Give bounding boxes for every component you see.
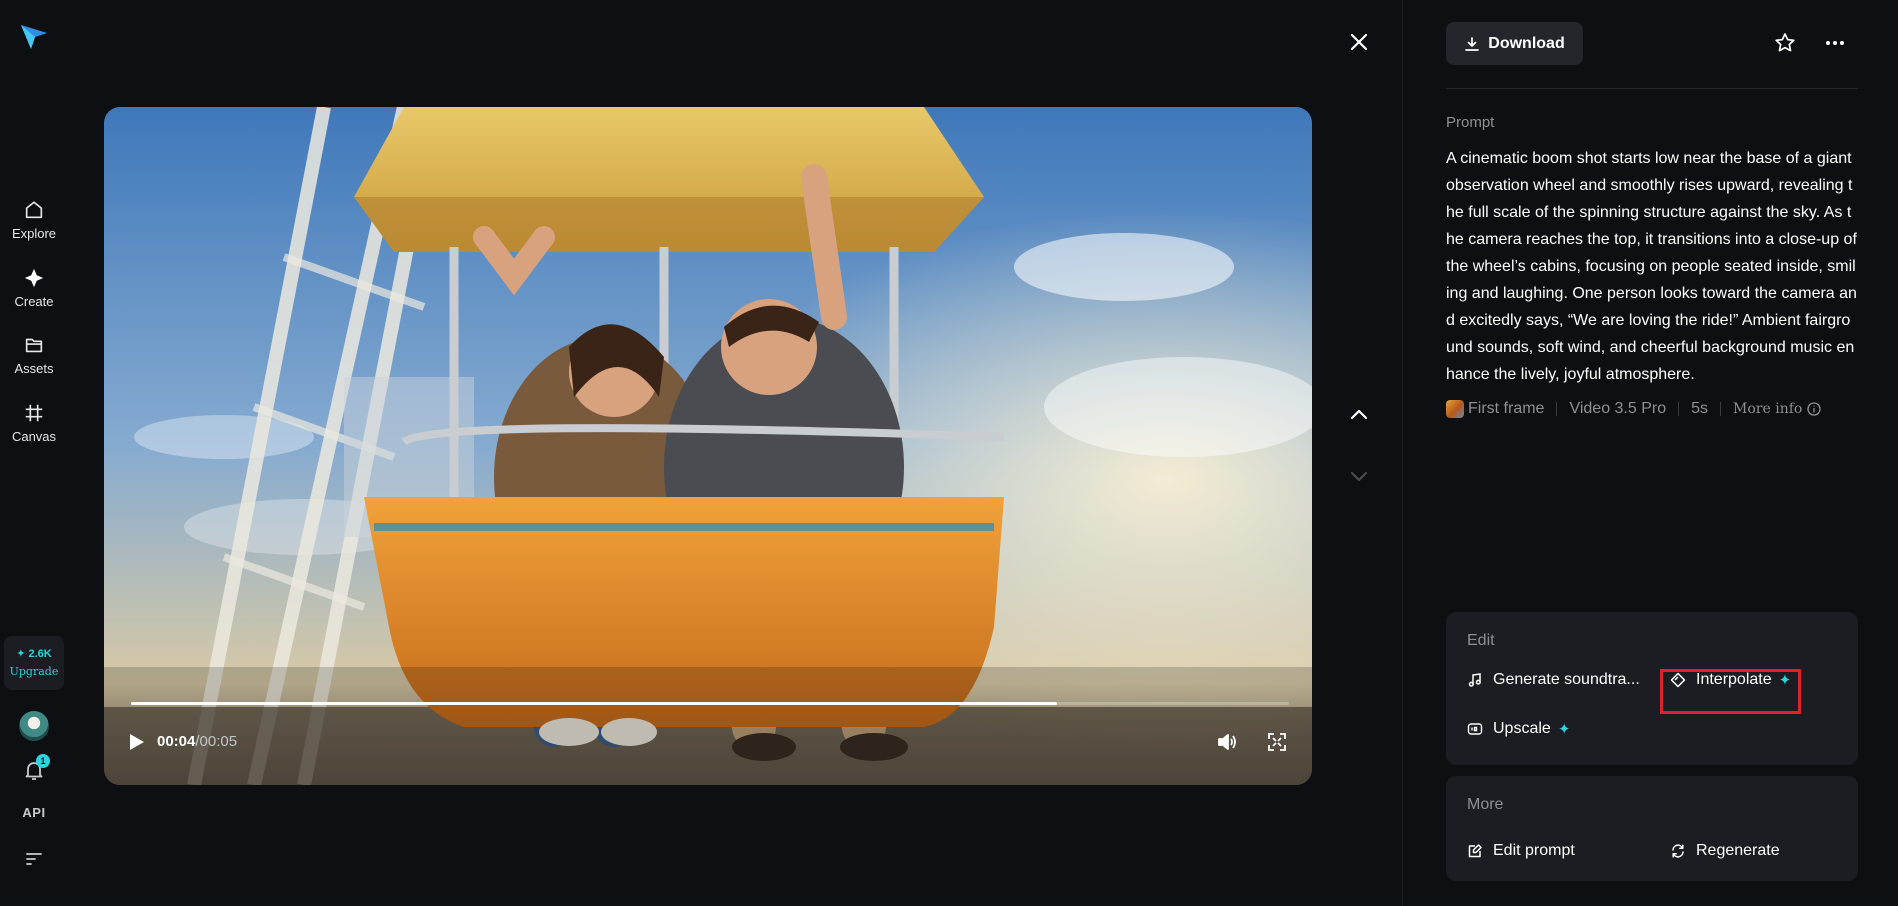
chevron-up-icon[interactable] [1348, 404, 1370, 424]
chevron-down-icon[interactable] [1348, 467, 1370, 487]
home-icon [25, 201, 43, 219]
sidebar-item-label: Canvas [11, 429, 57, 444]
premium-sparkle-icon: ✦ [1778, 672, 1792, 689]
generate-soundtrack-button[interactable]: Generate soundtra... [1467, 668, 1640, 692]
upscale-button[interactable]: Upscale ✦ [1467, 717, 1570, 741]
volume-icon[interactable] [1216, 731, 1238, 753]
upscale-label: Upscale [1493, 720, 1551, 737]
sidebar-item-assets[interactable]: Assets [0, 329, 68, 381]
interpolate-button[interactable]: Interpolate ✦ [1670, 668, 1791, 692]
sidebar-item-label: Explore [11, 226, 57, 241]
video-frame [104, 107, 1312, 785]
regenerate-label: Regenerate [1696, 842, 1780, 859]
close-icon[interactable] [1348, 31, 1370, 53]
download-icon [1465, 36, 1480, 51]
more-card-title: More [1467, 796, 1504, 813]
menu-icon[interactable] [24, 850, 44, 868]
sidebar-item-label: Assets [14, 361, 54, 376]
edit-card: Edit Generate soundtra... Interpolate ✦ … [1446, 612, 1858, 765]
more-options-icon[interactable] [1823, 33, 1847, 53]
time-display: 00:04/00:05 [157, 733, 237, 750]
prompt-text: A cinematic boom shot starts low near th… [1446, 150, 1857, 383]
refresh-icon [1672, 844, 1684, 858]
fullscreen-icon[interactable] [1268, 733, 1286, 751]
sparkle-icon [24, 268, 44, 288]
model-name: Video 3.5 Pro [1569, 400, 1667, 417]
sidebar-item-explore[interactable]: Explore [0, 194, 68, 246]
panel-divider [1402, 0, 1403, 906]
canvas-icon [25, 404, 43, 422]
download-button[interactable]: Download [1446, 22, 1583, 65]
avatar[interactable] [19, 711, 49, 741]
duration: 00:05 [199, 733, 238, 750]
header-divider [1446, 88, 1858, 89]
meta-separator [1556, 402, 1558, 416]
progress-fill [131, 702, 1058, 705]
regenerate-button[interactable]: Regenerate [1670, 839, 1780, 863]
logo-icon[interactable] [18, 20, 50, 52]
interpolate-label: Interpolate [1696, 671, 1772, 688]
interpolate-icon [1670, 672, 1686, 688]
download-label: Download [1488, 34, 1565, 52]
music-note-icon [1468, 673, 1481, 687]
more-card: More Edit prompt Regenerate [1446, 776, 1858, 881]
info-icon [1807, 402, 1821, 416]
edit-icon [1468, 844, 1482, 858]
current-time: 00:04 [157, 733, 196, 750]
api-link[interactable]: API [0, 805, 68, 820]
prompt-label: Prompt [1446, 114, 1495, 131]
more-info-link[interactable]: More info [1733, 401, 1821, 417]
video-duration: 5s [1691, 400, 1709, 417]
edit-prompt-label: Edit prompt [1493, 842, 1575, 859]
meta-separator [1720, 402, 1722, 416]
notification-badge: 1 [36, 754, 50, 768]
upscale-icon [1467, 723, 1483, 735]
folder-icon [25, 338, 43, 353]
edit-card-title: Edit [1467, 632, 1495, 649]
more-info-label: More info [1733, 401, 1803, 417]
video-player[interactable]: 00:04/00:05 [104, 107, 1312, 785]
play-icon[interactable] [128, 732, 146, 752]
credits-count: ✦ 2.6K [16, 648, 52, 660]
generation-meta: First frame Video 3.5 Pro 5s More info [1446, 398, 1821, 420]
star-icon[interactable] [1773, 31, 1797, 55]
sidebar-item-canvas[interactable]: Canvas [0, 397, 68, 449]
first-frame-label: First frame [1468, 400, 1545, 417]
first-frame-thumbnail [1446, 400, 1464, 418]
sidebar-item-label: Create [14, 294, 54, 309]
sidebar-item-create[interactable]: Create [0, 262, 68, 314]
left-sidebar: Explore Create Assets Canvas ✦ 2.6K Upgr… [0, 0, 68, 906]
progress-bar[interactable] [131, 702, 1289, 705]
premium-sparkle-icon: ✦ [1557, 721, 1571, 738]
meta-separator [1678, 402, 1680, 416]
edit-prompt-button[interactable]: Edit prompt [1467, 839, 1575, 863]
upgrade-label: Upgrade [9, 665, 59, 678]
generate-soundtrack-label: Generate soundtra... [1493, 671, 1640, 688]
first-frame-link[interactable]: First frame [1446, 400, 1544, 418]
upgrade-button[interactable]: ✦ 2.6K Upgrade [4, 636, 64, 690]
